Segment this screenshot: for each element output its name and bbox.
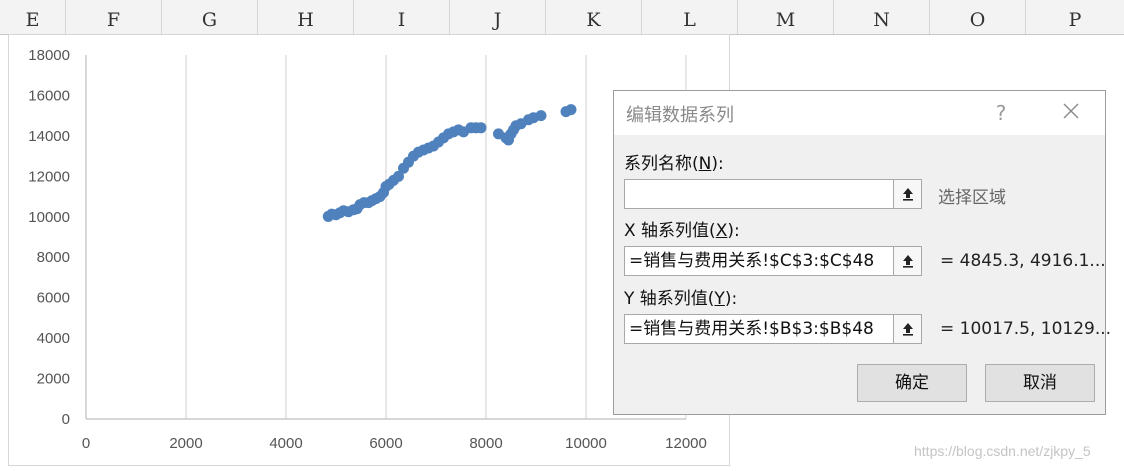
column-header-o[interactable]: O [930,0,1026,34]
column-header-p[interactable]: P [1026,0,1124,34]
y-values-input[interactable]: =销售与费用关系!$B$3:$B$48 [624,314,894,344]
column-header-i[interactable]: I [354,0,450,34]
y-tick-label: 18000 [28,47,70,64]
x-values-label: X 轴系列值(X): [624,221,740,241]
column-header-e[interactable]: E [0,0,66,34]
select-range-hint: 选择区域 [938,188,1006,208]
column-header-l[interactable]: L [642,0,738,34]
y-tick-label: 0 [62,411,70,428]
help-button[interactable]: ? [984,97,1018,129]
collapse-dialog-icon [902,188,913,201]
column-header-bar: E F G H I J K L M N O P [0,0,1124,35]
column-header-n[interactable]: N [834,0,930,34]
x-tick-label: 8000 [469,435,502,452]
close-button[interactable] [1054,97,1088,129]
watermark: https://blog.csdn.net/zjkpy_5 [914,443,1091,459]
column-header-j[interactable]: J [450,0,546,34]
y-tick-label: 4000 [37,330,70,347]
series-name-label: 系列名称(N): [624,154,724,174]
column-header-f[interactable]: F [66,0,162,34]
column-header-h[interactable]: H [258,0,354,34]
y-tick-label: 12000 [28,168,70,185]
series-name-ref-button[interactable] [894,179,922,209]
y-values-preview: = 10017.5, 10129... [940,319,1112,339]
y-values-label: Y 轴系列值(Y): [624,289,738,309]
data-point[interactable] [475,122,487,134]
x-tick-label: 2000 [169,435,202,452]
column-header-g[interactable]: G [162,0,258,34]
column-header-m[interactable]: M [738,0,834,34]
x-tick-label: 0 [82,435,90,452]
x-tick-label: 12000 [665,435,707,452]
ok-button[interactable]: 确定 [857,364,967,402]
data-point[interactable] [565,104,577,116]
x-tick-label: 6000 [369,435,402,452]
y-tick-label: 8000 [37,249,70,266]
x-tick-label: 10000 [565,435,607,452]
series-name-input[interactable] [624,179,894,209]
data-point[interactable] [535,110,547,122]
y-tick-label: 2000 [37,371,70,388]
collapse-dialog-icon [902,323,913,336]
cancel-button[interactable]: 取消 [985,364,1095,402]
y-values-ref-button[interactable] [894,314,922,344]
collapse-dialog-icon [902,255,913,268]
x-tick-label: 4000 [269,435,302,452]
edit-series-dialog: 编辑数据系列 ? 系列名称(N): 选择区域 X 轴系列值(X): =销售与费用… [613,90,1111,415]
y-tick-label: 6000 [37,290,70,307]
y-tick-label: 16000 [28,87,70,104]
x-values-preview: = 4845.3, 4916.1... [940,251,1106,271]
dialog-title: 编辑数据系列 [626,105,734,126]
x-values-input[interactable]: =销售与费用关系!$C$3:$C$48 [624,246,894,276]
x-values-ref-button[interactable] [894,246,922,276]
close-icon [1063,103,1079,119]
y-tick-label: 14000 [28,128,70,145]
y-tick-label: 10000 [28,209,70,226]
dialog-title-bar[interactable]: 编辑数据系列 ? [614,91,1105,135]
column-header-k[interactable]: K [546,0,642,34]
